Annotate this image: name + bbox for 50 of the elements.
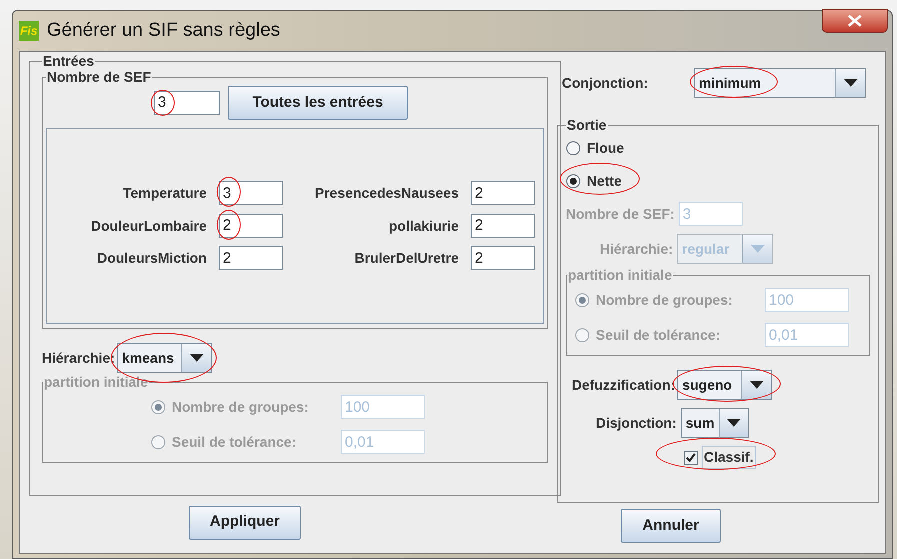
field-label: Hiérarchie: (600, 240, 674, 258)
caret-down-icon (844, 79, 858, 87)
group-title: partition initiale (43, 375, 150, 389)
radio-button[interactable] (566, 141, 581, 156)
variable-label: DouleurLombaire (90, 216, 208, 236)
close-button[interactable] (822, 9, 888, 33)
group-title: partition initiale (567, 268, 674, 282)
dialog-button[interactable]: Appliquer (189, 506, 301, 540)
variable-label: pollakiurie (388, 216, 460, 236)
field-label: Conjonction: (561, 74, 650, 93)
option-label: Nombre de groupes: (596, 290, 733, 310)
input-field[interactable]: 2 (471, 181, 535, 206)
option-label: Seuil de tolérance: (172, 432, 296, 452)
app-logo: Fis (19, 21, 39, 41)
checkbox[interactable] (684, 450, 698, 464)
variable-label: DouleursMiction (96, 249, 208, 268)
field-label: Nombre de SEF: (566, 204, 675, 224)
close-icon (848, 15, 862, 27)
caret-down-icon (750, 245, 765, 253)
input-field[interactable]: 2 (471, 214, 535, 238)
dialog-button[interactable]: Toutes les entrées (228, 86, 408, 120)
variable-label: BrulerDelUretre (354, 249, 460, 268)
dialog-button[interactable]: Annuler (621, 509, 721, 543)
input-field[interactable]: 3 (154, 90, 220, 115)
field-label: Defuzzification: (572, 376, 676, 394)
window-title: Générer un SIF sans règles (47, 18, 280, 43)
option-label: Floue (587, 139, 624, 158)
group-title: Sortie (566, 118, 608, 132)
input-field[interactable]: 2 (471, 246, 535, 270)
dropdown[interactable]: sugeno (677, 370, 772, 400)
group-title: Nombre de SEF (46, 70, 152, 84)
option-label: Nombre de groupes: (172, 398, 309, 417)
option-label: Nette (587, 172, 622, 191)
variable-label: Temperature (122, 184, 208, 203)
input-field[interactable]: 2 (219, 246, 283, 270)
caret-down-icon (726, 419, 741, 427)
field-label: Disjonction: (596, 414, 677, 433)
checkmark-icon (686, 452, 696, 462)
dropdown[interactable]: kmeans (117, 343, 212, 373)
group-title: Entrées (42, 54, 96, 68)
option-label: Seuil de tolérance: (596, 326, 720, 344)
input-field[interactable]: 2 (219, 214, 283, 238)
input-field[interactable]: 3 (219, 181, 283, 206)
variable-label: PresencedesNausees (314, 184, 460, 203)
caret-down-icon (190, 354, 204, 362)
dropdown[interactable]: minimum (694, 68, 866, 98)
dropdown[interactable]: sum (680, 408, 749, 438)
radio-button[interactable] (566, 174, 581, 189)
checkbox-label: Classif. (702, 446, 756, 469)
caret-down-icon (750, 381, 764, 389)
